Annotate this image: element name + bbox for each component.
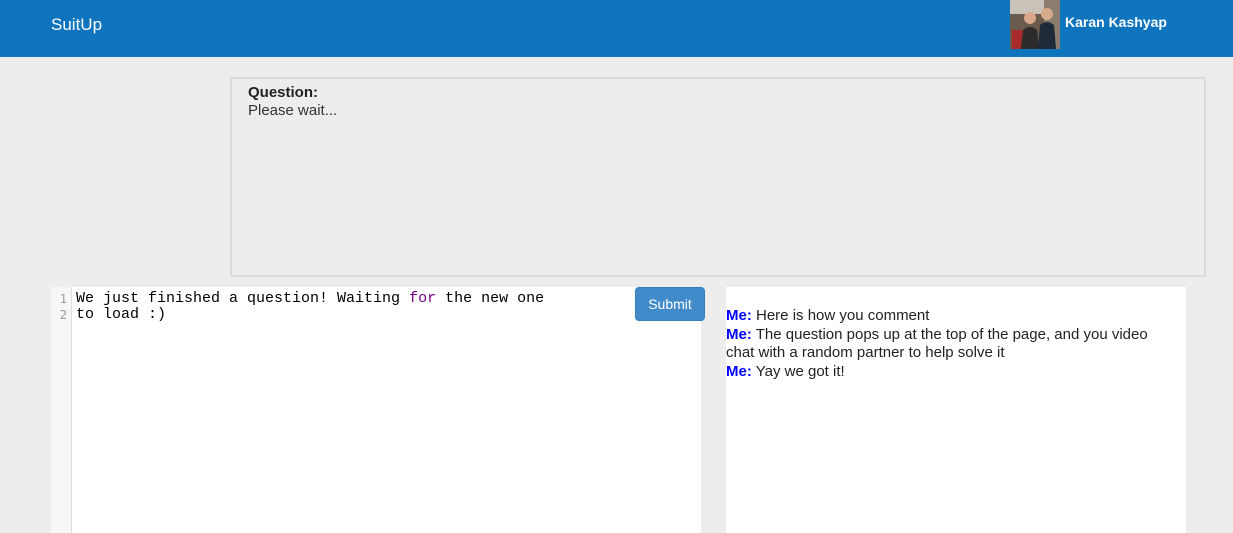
line-number-gutter: 1 2: [51, 287, 72, 533]
message-sender: Me:: [726, 307, 752, 324]
avatar-photo: [1010, 0, 1060, 49]
message-sender: Me:: [726, 326, 752, 343]
line-number: 2: [59, 308, 67, 322]
message-text: The question pops up at the top of the p…: [726, 326, 1148, 361]
question-text: Please wait...: [248, 102, 338, 119]
chat-message: Me: The question pops up at the top of t…: [726, 326, 1176, 362]
code-line-2: to load :): [76, 306, 167, 323]
brand-logo[interactable]: SuitUp: [51, 15, 102, 35]
chat-messages: Me: Here is how you comment Me: The ques…: [726, 307, 1176, 382]
code-text: We just finished a question! Waiting: [76, 290, 410, 307]
top-navbar: SuitUp Karan Kashyap: [0, 0, 1233, 57]
submit-button[interactable]: Submit: [635, 287, 705, 321]
code-text: the new one: [436, 290, 545, 307]
user-name[interactable]: Karan Kashyap: [1065, 14, 1167, 30]
message-sender: Me:: [726, 363, 752, 380]
user-avatar[interactable]: [1010, 0, 1060, 49]
code-content[interactable]: We just finished a question! Waiting for…: [76, 291, 544, 323]
code-line-1: We just finished a question! Waiting for…: [76, 290, 544, 307]
code-keyword: for: [409, 290, 437, 307]
chat-message: Me: Here is how you comment: [726, 307, 1176, 325]
line-number: 1: [59, 292, 67, 306]
question-label: Question:: [248, 84, 318, 101]
chat-message: Me: Yay we got it!: [726, 363, 1176, 381]
message-text: Here is how you comment: [751, 307, 930, 324]
chat-panel: Me: Here is how you comment Me: The ques…: [726, 287, 1186, 533]
user-menu[interactable]: Karan Kashyap: [1010, 0, 1167, 49]
question-panel: Question: Please wait...: [230, 77, 1206, 277]
code-editor[interactable]: 1 2 We just finished a question! Waiting…: [51, 287, 701, 533]
message-text: Yay we got it!: [751, 363, 845, 380]
